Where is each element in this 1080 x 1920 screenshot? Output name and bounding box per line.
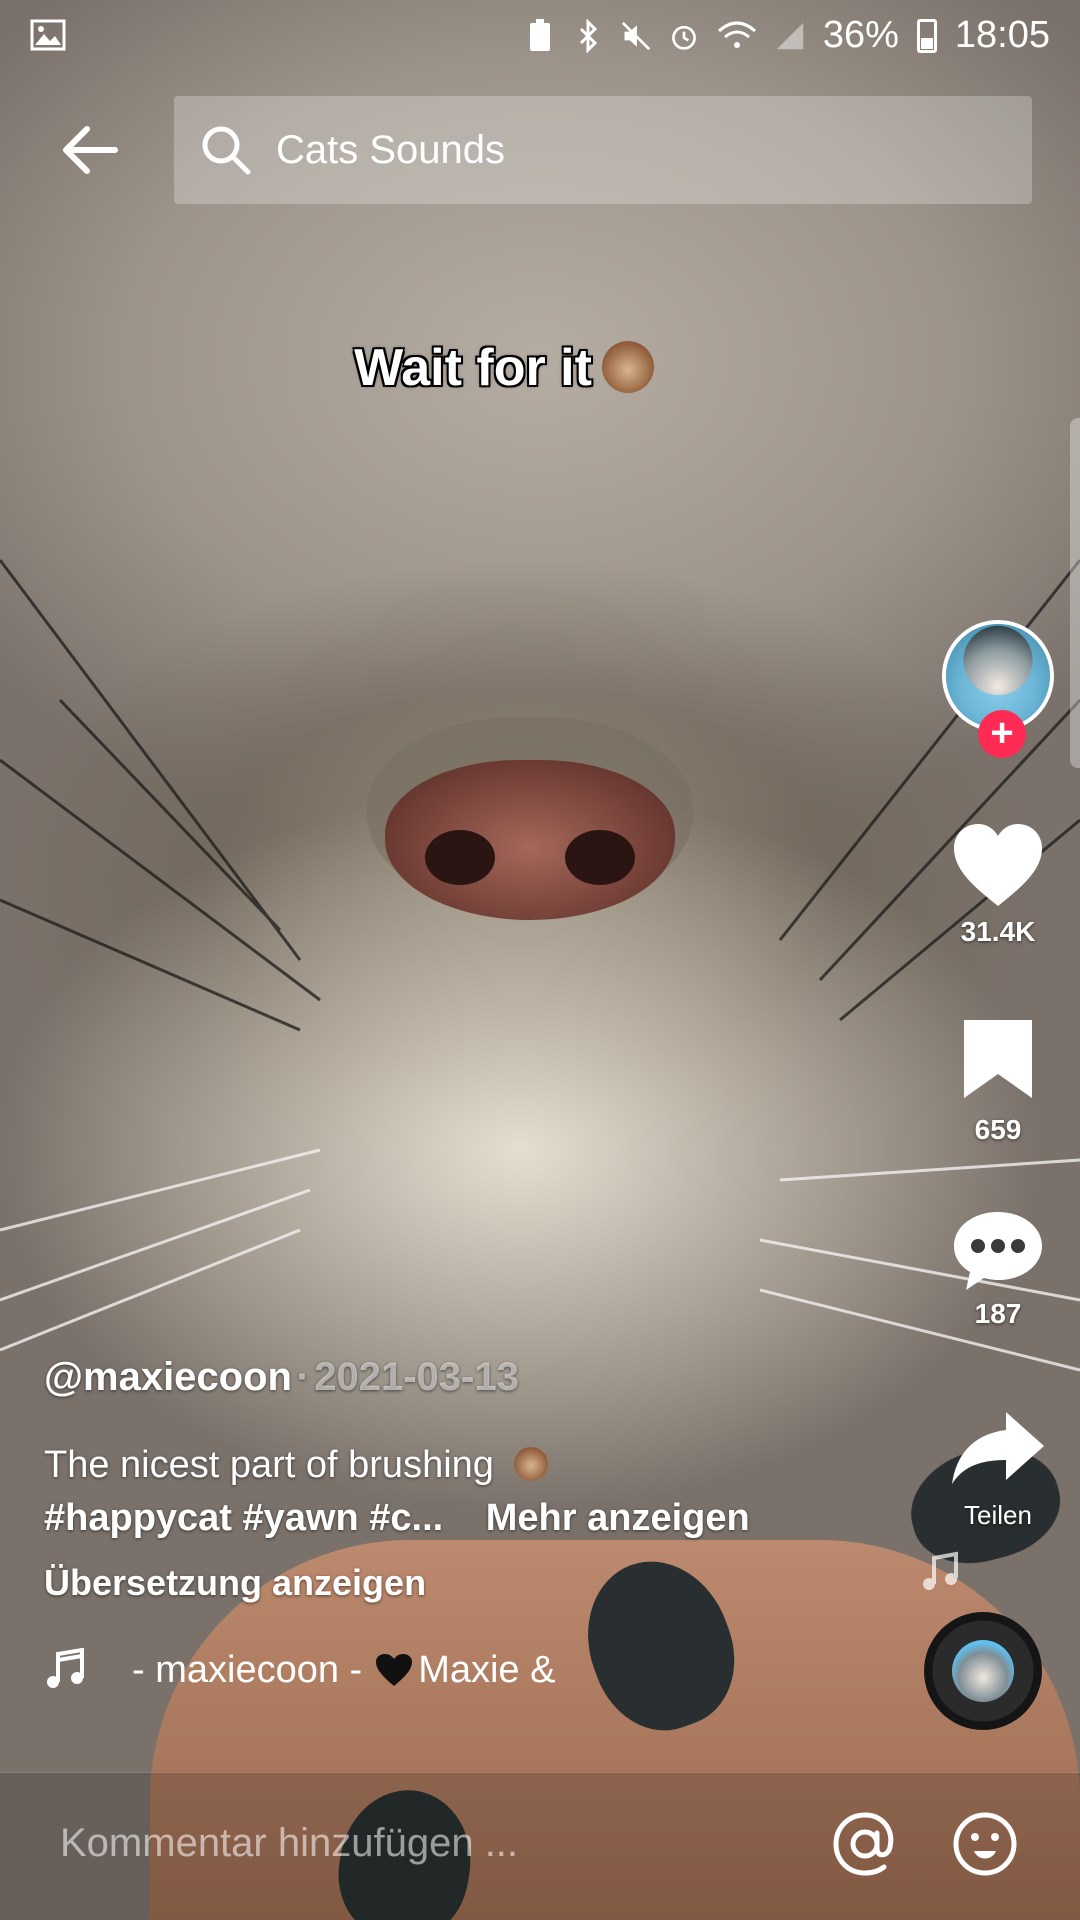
status-bar: 36% 18:05 [0,0,1080,76]
date-separator: · [296,1355,310,1399]
search-query: Cats Sounds [276,127,506,172]
like-count: 31.4K [960,916,1036,947]
post-description: The nicest part of brushing [44,1444,494,1486]
music-title: Maxie & [418,1648,556,1691]
username-link[interactable]: @maxiecoon [44,1355,292,1399]
search-icon [202,126,251,175]
video-screen[interactable]: 36% 18:05 Cats Sounds Wait for it + 31.4… [0,0,1080,1920]
alarm-icon [671,25,696,50]
comment-input[interactable]: Kommentar hinzufügen ... [60,1821,518,1866]
follow-button[interactable]: + [978,710,1026,758]
hashtags[interactable]: #happycat #yawn #c... [44,1497,443,1539]
show-more-link[interactable]: Mehr anzeigen [486,1497,750,1539]
see-no-evil-monkey-icon [514,1447,549,1481]
mute-icon [621,21,651,50]
music-disc-button[interactable] [924,1612,1042,1730]
share-button[interactable]: Teilen [938,1408,1058,1531]
share-arrow-icon [952,1412,1044,1484]
creator-avatar[interactable]: + [938,620,1058,770]
heart-icon [954,824,1042,906]
smiley-icon[interactable] [950,1809,1020,1879]
comment-count: 187 [974,1298,1022,1329]
music-artist: - maxiecoon - [132,1648,363,1691]
post-info: @maxiecoon · 2021-03-13 The nicest part … [44,1355,904,1604]
share-label: Teilen [964,1500,1032,1530]
wifi-icon [717,21,756,48]
side-panel-handle[interactable] [1070,418,1080,768]
battery-saver-icon [529,18,550,51]
bookmark-icon [964,1020,1032,1098]
search-bar[interactable]: Cats Sounds [174,96,1032,204]
comment-dots-icon [954,1212,1042,1290]
see-no-evil-monkey-icon [601,341,654,393]
whiskers-image [0,559,1080,1372]
at-icon[interactable] [830,1809,900,1879]
battery-percent: 36% [822,14,899,56]
gallery-icon [30,18,66,61]
post-date: 2021-03-13 [314,1355,519,1399]
comment-button[interactable]: 187 [938,1208,1058,1330]
music-track[interactable]: - maxiecoon - Maxie & [44,1648,555,1692]
show-translation-link[interactable]: Übersetzung anzeigen [44,1562,904,1604]
video-caption-text: Wait for it [0,338,1044,398]
music-note-icon [47,1648,84,1688]
save-button[interactable]: 659 [938,1016,1058,1146]
music-cover-image [952,1640,1014,1702]
comment-bar: Kommentar hinzufügen ... [0,1772,1080,1920]
bluetooth-icon [579,18,597,53]
battery-icon [916,18,937,53]
arrow-left-icon [63,126,118,174]
black-heart-icon [376,1654,413,1686]
signal-icon [776,22,804,49]
back-button[interactable] [58,118,122,182]
like-button[interactable]: 31.4K [938,820,1058,948]
save-count: 659 [974,1114,1022,1145]
clock: 18:05 [954,14,1050,56]
floating-music-note-icon [923,1551,958,1590]
